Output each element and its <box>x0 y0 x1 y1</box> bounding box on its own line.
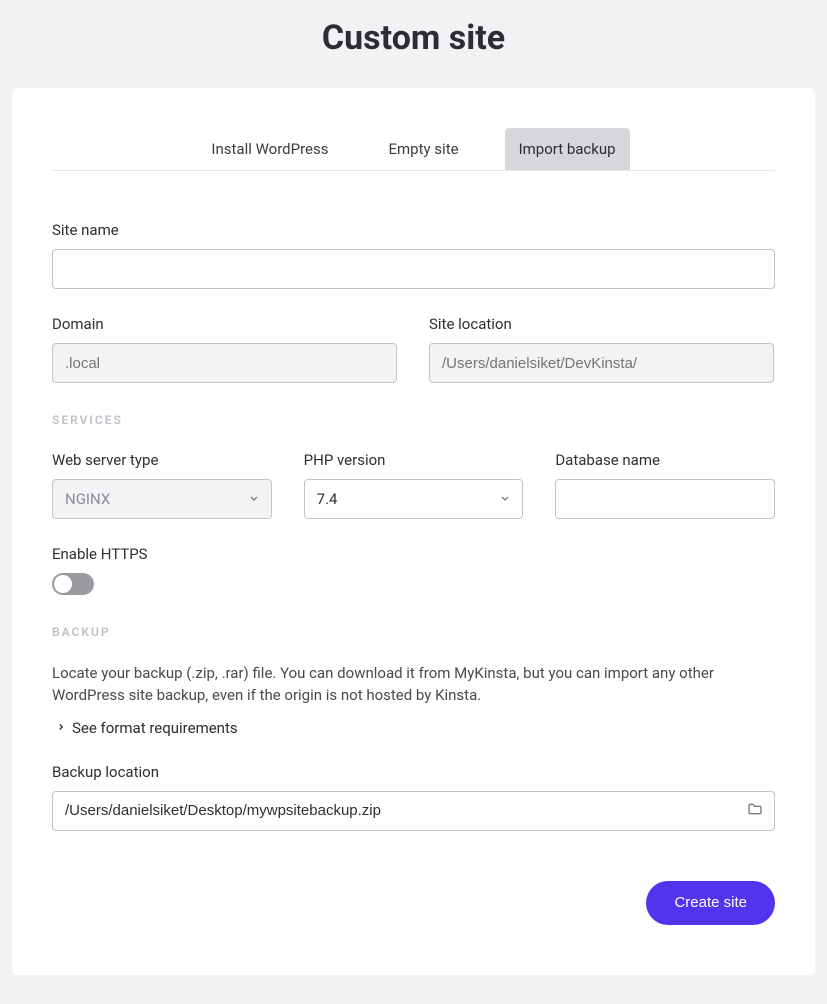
chevron-right-icon <box>56 720 66 736</box>
enable-https-label: Enable HTTPS <box>52 545 775 563</box>
domain-location-row: Domain Site location <box>52 315 775 383</box>
backup-description: Locate your backup (.zip, .rar) file. Yo… <box>52 663 775 707</box>
site-location-input[interactable] <box>429 343 774 383</box>
tab-import-backup[interactable]: Import backup <box>505 128 630 170</box>
backup-location-input[interactable] <box>52 791 775 831</box>
tabs-nav: Install WordPress Empty site Import back… <box>52 128 775 171</box>
backup-header: BACKUP <box>52 625 775 639</box>
services-row: Web server type NGINX PHP version 7.4 Da… <box>52 451 775 519</box>
database-name-label: Database name <box>555 451 775 469</box>
php-version-value: 7.4 <box>304 479 524 519</box>
format-requirements-link[interactable]: See format requirements <box>56 719 238 737</box>
php-version-select[interactable]: 7.4 <box>304 479 524 519</box>
backup-location-wrap <box>52 791 775 831</box>
web-server-select[interactable]: NGINX <box>52 479 272 519</box>
web-server-value: NGINX <box>52 479 272 519</box>
site-location-field: Site location <box>429 315 774 383</box>
domain-input[interactable] <box>52 343 397 383</box>
web-server-field: Web server type NGINX <box>52 451 272 519</box>
services-header: SERVICES <box>52 413 775 427</box>
php-version-field: PHP version 7.4 <box>304 451 524 519</box>
create-site-button[interactable]: Create site <box>646 881 775 925</box>
database-name-field: Database name <box>555 451 775 519</box>
form-footer: Create site <box>52 881 775 925</box>
database-name-input[interactable] <box>555 479 775 519</box>
folder-icon[interactable] <box>747 801 763 821</box>
tab-empty-site[interactable]: Empty site <box>374 128 472 170</box>
enable-https-toggle[interactable] <box>52 573 94 595</box>
backup-location-row: Backup location <box>52 763 775 831</box>
page-title: Custom site <box>0 0 827 88</box>
site-name-row: Site name <box>52 221 775 289</box>
site-location-label: Site location <box>429 315 774 333</box>
form-card: Install WordPress Empty site Import back… <box>12 88 815 975</box>
tab-install-wordpress[interactable]: Install WordPress <box>197 128 342 170</box>
site-name-label: Site name <box>52 221 775 239</box>
web-server-label: Web server type <box>52 451 272 469</box>
domain-field: Domain <box>52 315 397 383</box>
backup-location-label: Backup location <box>52 763 775 781</box>
enable-https-row: Enable HTTPS <box>52 545 775 595</box>
php-version-label: PHP version <box>304 451 524 469</box>
toggle-knob <box>54 575 72 593</box>
format-requirements-text: See format requirements <box>72 719 238 737</box>
domain-label: Domain <box>52 315 397 333</box>
site-name-input[interactable] <box>52 249 775 289</box>
